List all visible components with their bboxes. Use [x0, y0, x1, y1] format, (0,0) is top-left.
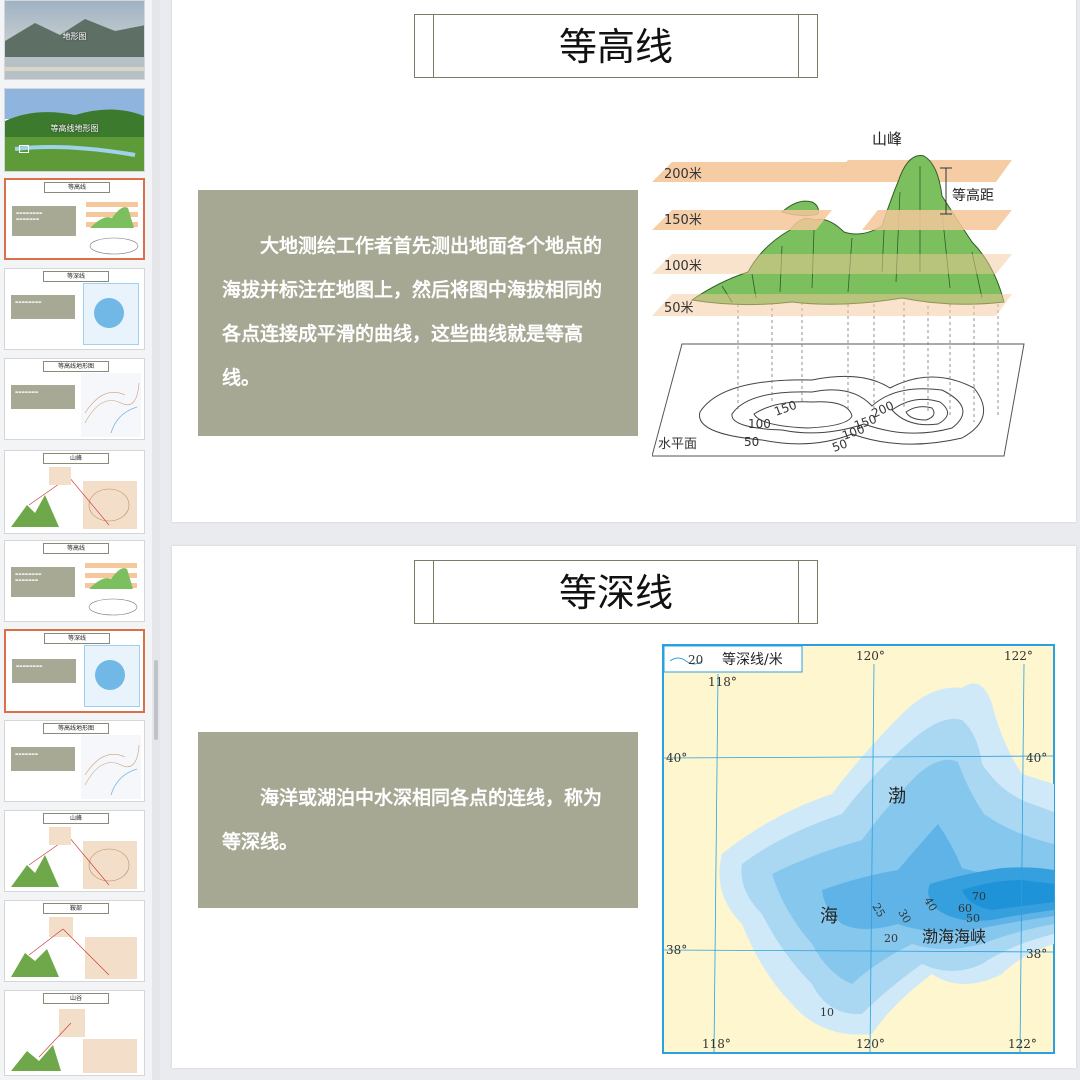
thumbnail-label: 等高线地形图 [50, 124, 99, 133]
thumbnail-text-box: ▬▬▬▬▬▬▬ [11, 747, 75, 771]
peak-figure-mini [11, 827, 137, 889]
thumbnail-title: 等高线地形图 [43, 723, 109, 734]
valley-figure-mini [11, 1009, 137, 1073]
slide-title-box: 等深线 [414, 560, 818, 624]
level-label: 50米 [664, 301, 694, 316]
slide-title: 等高线 [558, 25, 673, 69]
slide-thumbnail-5[interactable]: 等高线地形图 ▬▬▬▬▬▬▬ [4, 358, 145, 440]
plane-label: 水平面 [658, 437, 697, 452]
legend-value: 20 [688, 653, 703, 667]
scrollbar-thumb[interactable] [154, 660, 158, 740]
legend-label: 等深线/米 [722, 651, 783, 668]
thumbnail-label: 地形图 [62, 32, 87, 41]
bohai-depth-map: 20 等深线/米 120° 122° 118° 118° 120° 122° 4… [662, 644, 1055, 1054]
body-text: 大地测绘工作者首先测出地面各个地点的海拔并标注在地图上，然后将图中海拔相同的各点… [222, 235, 603, 389]
depth-map-mini [84, 645, 140, 707]
topo-map-mini [81, 373, 141, 437]
contour-value: 100 [748, 417, 771, 431]
place-name-hai: 海 [820, 906, 838, 927]
slide-thumbnail-8[interactable]: 等深线 ▬▬▬▬▬▬▬▬ [4, 629, 145, 713]
slide-thumbnail-panel: 地形图 等高线地形图 等高线 ▬▬▬▬▬▬▬▬ ▬▬▬▬▬▬▬ 等深线 ▬▬▬▬▬… [0, 0, 160, 1080]
slide-thumbnail-11[interactable]: 鞍部 [4, 900, 145, 982]
longitude-label: 122° [1008, 1037, 1037, 1051]
thumbnail-text-box: ▬▬▬▬▬▬▬▬ [11, 295, 75, 319]
peak-figure-mini [11, 467, 137, 529]
thumbnail-text-box: ▬▬▬▬▬▬▬▬ [12, 659, 76, 683]
slide-thumbnail-12[interactable]: 山谷 [4, 990, 145, 1076]
slide-thumbnail-3[interactable]: 等高线 ▬▬▬▬▬▬▬▬ ▬▬▬▬▬▬▬ [4, 178, 145, 260]
longitude-label: 120° [856, 1037, 885, 1051]
body-text-box: 大地测绘工作者首先测出地面各个地点的海拔并标注在地图上，然后将图中海拔相同的各点… [198, 190, 638, 436]
slide-thumbnail-9[interactable]: 等高线地形图 ▬▬▬▬▬▬▬ [4, 720, 145, 802]
thumbnail-title: 等高线 [43, 543, 109, 554]
slide-thumbnail-2[interactable]: 等高线地形图 [4, 88, 145, 172]
interval-label: 等高距 [952, 187, 994, 204]
thumbnail-title: 山谷 [43, 993, 109, 1004]
thumbnail-title: 等深线 [43, 271, 109, 282]
depth-map-mini [83, 283, 139, 345]
depth-value: 20 [884, 932, 898, 945]
latitude-label: 38° [666, 943, 687, 957]
place-name-bo: 渤 [888, 786, 906, 807]
latitude-label: 40° [1026, 751, 1047, 765]
slide-title: 等深线 [558, 571, 673, 615]
thumbnail-title: 等高线地形图 [43, 361, 109, 372]
body-text-box: 海洋或湖泊中水深相同各点的连线，称为等深线。 [198, 732, 638, 908]
thumbnail-title: 等高线 [44, 182, 110, 193]
comment-icon [19, 145, 29, 153]
slide-title-box: 等高线 [414, 14, 818, 78]
depth-value: 70 [972, 890, 986, 903]
level-label: 200米 [664, 167, 702, 182]
contour-diagram: 山峰 等高距 200米 150米 100米 50米 150 100 50 200… [652, 130, 1025, 457]
contour-figure-mini [86, 202, 139, 255]
thumbnail-text-box: ▬▬▬▬▬▬▬ [11, 385, 75, 409]
slide-depth-lines: 等深线 海洋或湖泊中水深相同各点的连线，称为等深线。 20 等深线/米 120°… [172, 546, 1076, 1068]
longitude-label: 120° [856, 649, 885, 663]
thumbnail-title: 山峰 [43, 813, 109, 824]
slide-contour-lines: 等高线 大地测绘工作者首先测出地面各个地点的海拔并标注在地图上，然后将图中海拔相… [172, 0, 1076, 522]
thumbnail-title: 鞍部 [43, 903, 109, 914]
body-text: 海洋或湖泊中水深相同各点的连线，称为等深线。 [222, 787, 603, 853]
depth-value: 50 [966, 912, 980, 925]
thumbnail-title: 山峰 [43, 453, 109, 464]
latitude-label: 40° [666, 751, 687, 765]
thumbnail-text-box: ▬▬▬▬▬▬▬▬ ▬▬▬▬▬▬▬ [11, 567, 75, 597]
saddle-figure-mini [11, 917, 137, 979]
place-name-strait: 渤海海峡 [922, 927, 986, 946]
longitude-label: 118° [702, 1037, 731, 1051]
slide-thumbnail-7[interactable]: 等高线 ▬▬▬▬▬▬▬▬ ▬▬▬▬▬▬▬ [4, 540, 145, 622]
thumbnail-text-box: ▬▬▬▬▬▬▬▬ ▬▬▬▬▬▬▬ [12, 206, 76, 236]
slide-thumbnail-10[interactable]: 山峰 [4, 810, 145, 892]
slide-thumbnail-1[interactable]: 地形图 [4, 0, 145, 80]
panel-scrollbar[interactable] [152, 0, 160, 1080]
topo-map-mini [81, 735, 141, 799]
peak-label: 山峰 [872, 130, 902, 148]
level-label: 150米 [664, 213, 702, 228]
longitude-label: 118° [708, 675, 737, 689]
thumbnail-title: 等深线 [44, 633, 110, 644]
level-label: 100米 [664, 259, 702, 274]
contour-value: 50 [744, 435, 759, 449]
slide-thumbnail-4[interactable]: 等深线 ▬▬▬▬▬▬▬▬ [4, 268, 145, 350]
slide-thumbnail-6[interactable]: 山峰 [4, 450, 145, 534]
latitude-label: 38° [1026, 947, 1047, 961]
contour-figure-mini [85, 563, 138, 616]
longitude-label: 122° [1004, 649, 1033, 663]
depth-value: 10 [820, 1006, 834, 1019]
